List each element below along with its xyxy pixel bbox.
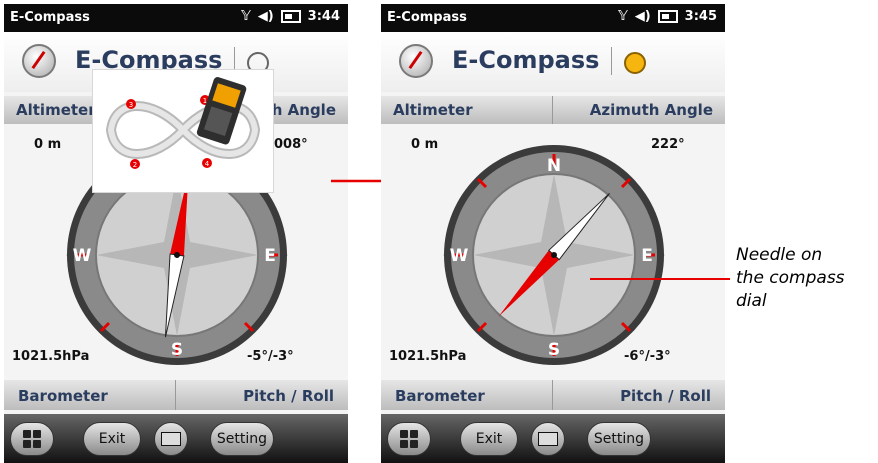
status-time: 3:44	[307, 9, 340, 24]
exit-button[interactable]: Exit	[83, 422, 141, 456]
label-barometer: Barometer	[18, 387, 108, 405]
setting-button[interactable]: Setting	[587, 422, 651, 456]
setting-button[interactable]: Setting	[210, 422, 274, 456]
signal-off-icon: 𝕐	[618, 9, 628, 24]
step-label: 3	[129, 101, 133, 109]
callout-line-3: dial	[736, 291, 767, 311]
keyboard-button[interactable]	[154, 422, 188, 456]
battery-icon	[280, 10, 301, 23]
altitude-value: 0 m	[411, 137, 439, 152]
phone-screen-right: E-Compass 𝕐 ◀) 3:45 E-Compass Altimeter …	[381, 4, 725, 463]
pitch-roll-value: -6°/-3°	[624, 349, 671, 364]
calibration-overlay: 1 2 3 4	[92, 69, 274, 193]
label-divider	[552, 96, 553, 124]
status-time: 3:45	[684, 9, 717, 24]
bottom-labels-bar: Barometer Pitch / Roll	[381, 380, 725, 410]
label-barometer: Barometer	[395, 387, 485, 405]
label-azimuth: Azimuth Angle	[589, 101, 713, 119]
dial-letter-e: E	[641, 246, 653, 266]
label-pitch-roll: Pitch / Roll	[243, 387, 334, 405]
top-labels-bar: Altimeter Azimuth Angle	[381, 96, 725, 124]
compass-logo-icon	[399, 44, 433, 78]
header-divider	[611, 47, 612, 75]
volume-icon: ◀)	[634, 9, 651, 24]
pitch-roll-value: -5°/-3°	[247, 349, 294, 364]
altitude-value: 0 m	[34, 137, 62, 152]
app-header: E-Compass	[381, 32, 725, 92]
callout-line-2: the compass	[736, 268, 845, 288]
signal-off-icon: 𝕐	[241, 9, 251, 24]
dial-letter-s: S	[171, 340, 183, 360]
mini-compass-icon[interactable]	[624, 52, 646, 74]
step-label: 4	[205, 160, 210, 168]
keyboard-icon	[161, 432, 181, 446]
volume-icon: ◀)	[257, 9, 274, 24]
label-divider	[552, 380, 553, 410]
phone-screen-left: E-Compass 𝕐 ◀) 3:44 E-Compass Altimeter …	[4, 4, 348, 463]
dial-letter-n: N	[547, 156, 561, 176]
dial-letter-w: W	[73, 246, 92, 266]
bottom-labels-bar: Barometer Pitch / Roll	[4, 380, 348, 410]
pressure-value: 1021.5hPa	[12, 349, 90, 364]
pressure-value: 1021.5hPa	[389, 349, 467, 364]
label-altimeter: Altimeter	[393, 101, 473, 119]
start-button[interactable]	[387, 422, 431, 456]
needle-callout: Needle on the compass dial	[736, 244, 845, 313]
step-label: 2	[133, 161, 137, 169]
status-icons: 𝕐 ◀) 3:45	[618, 9, 717, 24]
app-title: E-Compass	[452, 46, 600, 74]
compass-logo-icon	[22, 44, 56, 78]
dial-letter-w: W	[450, 246, 469, 266]
status-app-name: E-Compass	[387, 10, 467, 25]
status-icons: 𝕐 ◀) 3:44	[241, 9, 340, 24]
taskbar: Exit Setting	[4, 414, 348, 463]
keyboard-button[interactable]	[531, 422, 565, 456]
taskbar: Exit Setting	[381, 414, 725, 463]
status-bar: E-Compass 𝕐 ◀) 3:45	[381, 4, 725, 32]
figure-eight-diagram: 1 2 3 4	[105, 77, 261, 169]
exit-button[interactable]: Exit	[460, 422, 518, 456]
label-pitch-roll: Pitch / Roll	[620, 387, 711, 405]
status-bar: E-Compass 𝕐 ◀) 3:44	[4, 4, 348, 32]
keyboard-icon	[538, 432, 558, 446]
callout-line-1: Needle on	[736, 245, 823, 265]
label-divider	[175, 380, 176, 410]
dial-letter-e: E	[264, 246, 276, 266]
battery-icon	[657, 10, 678, 23]
windows-flag-icon	[23, 430, 41, 448]
callout-leader-line	[590, 278, 730, 280]
start-button[interactable]	[10, 422, 54, 456]
dial-letter-s: S	[548, 340, 560, 360]
status-app-name: E-Compass	[10, 10, 90, 25]
windows-flag-icon	[400, 430, 418, 448]
compass-dial: N S W E	[443, 145, 665, 365]
label-altimeter: Altimeter	[16, 101, 96, 119]
